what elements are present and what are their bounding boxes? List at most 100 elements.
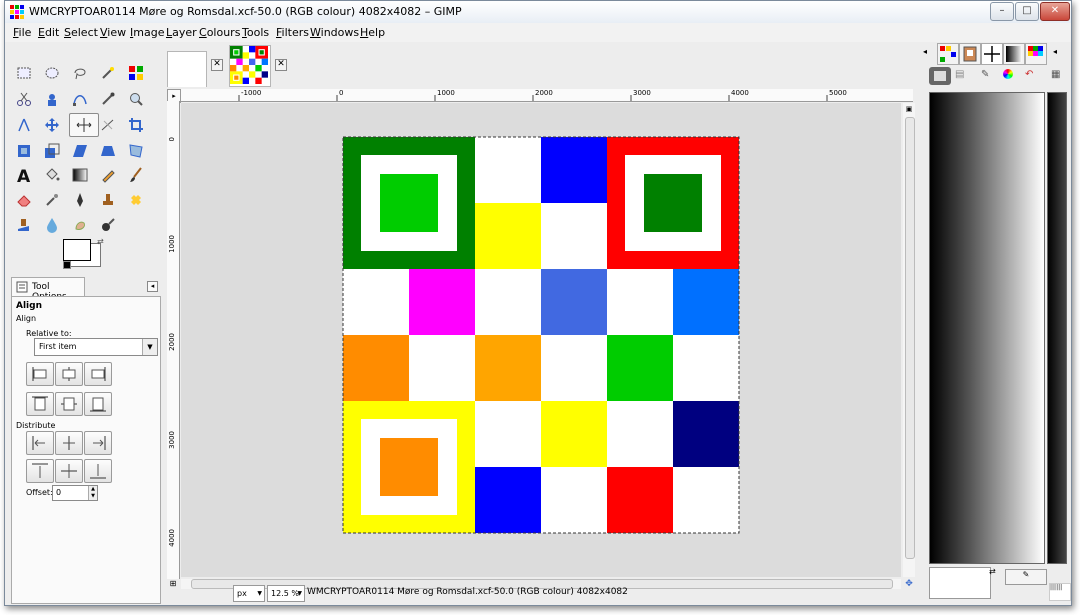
- panel-menu-icon[interactable]: ◂: [147, 281, 158, 292]
- scale-tool[interactable]: [41, 141, 63, 161]
- vertical-scrollbar[interactable]: ▣: [903, 103, 915, 577]
- rotate-tool[interactable]: [13, 141, 35, 161]
- vertical-ruler[interactable]: 0 1000 2000 3000 4000: [167, 101, 180, 579]
- rect-select-tool[interactable]: [13, 63, 35, 83]
- tab-images[interactable]: [959, 43, 981, 65]
- measure-tool[interactable]: [13, 115, 35, 135]
- cage-tool[interactable]: [125, 141, 147, 161]
- tab-palettes[interactable]: [1025, 43, 1047, 65]
- tab-layers[interactable]: [929, 67, 951, 85]
- free-select-tool[interactable]: [69, 63, 91, 83]
- dodge-burn-tool[interactable]: [97, 215, 119, 235]
- close-button[interactable]: ✕: [1040, 2, 1070, 21]
- minimize-button[interactable]: –: [990, 2, 1014, 21]
- menu-tools[interactable]: Tools: [242, 26, 269, 39]
- menu-colours[interactable]: Colours: [199, 26, 240, 39]
- menu-view[interactable]: View: [100, 26, 126, 39]
- align-middle-button[interactable]: [55, 392, 83, 416]
- spinner-arrows-icon[interactable]: ▲ ▼: [88, 486, 97, 500]
- color-picker-tool[interactable]: [97, 89, 119, 109]
- paintbrush-tool[interactable]: [125, 165, 147, 185]
- ellipse-select-tool[interactable]: [41, 63, 63, 83]
- edit-brush-button[interactable]: ✎: [1005, 569, 1047, 585]
- menu-help[interactable]: Help: [360, 26, 385, 39]
- foreground-color-swatch[interactable]: [63, 239, 91, 261]
- align-center-button[interactable]: [55, 362, 83, 386]
- distribute-right-button[interactable]: [84, 431, 112, 455]
- align-left-button[interactable]: [26, 362, 54, 386]
- fg-bg-color-selector[interactable]: ⇄: [63, 237, 104, 269]
- offset-spinner[interactable]: 0 ▲ ▼: [52, 485, 98, 501]
- dock-menu-icon[interactable]: ◂: [1053, 47, 1057, 56]
- zoom-to-fit-icon[interactable]: ▣: [905, 105, 913, 113]
- distribute-top-button[interactable]: [26, 459, 54, 483]
- swap-colors-icon[interactable]: ⇄: [97, 237, 104, 246]
- image-viewport[interactable]: [181, 103, 901, 577]
- image-tab-active[interactable]: [229, 45, 271, 87]
- gradient-preview[interactable]: [929, 92, 1045, 564]
- distribute-bottom-button[interactable]: [84, 459, 112, 483]
- menu-file[interactable]: File: [13, 26, 31, 39]
- distribute-center-button[interactable]: [55, 431, 83, 455]
- align-top-button[interactable]: [26, 392, 54, 416]
- distribute-left-button[interactable]: [26, 431, 54, 455]
- airbrush-tool[interactable]: [41, 190, 63, 210]
- clone-tool[interactable]: [97, 190, 119, 210]
- tab-gradients[interactable]: [1003, 43, 1025, 65]
- paths-tool[interactable]: [69, 89, 91, 109]
- perspective-clone-tool[interactable]: [13, 215, 35, 235]
- menu-select[interactable]: Select: [64, 26, 98, 39]
- brush-preview[interactable]: [929, 567, 991, 599]
- pencil-tool[interactable]: [97, 165, 119, 185]
- tab-patterns[interactable]: [937, 43, 959, 65]
- heal-tool[interactable]: [125, 190, 147, 210]
- align-tool[interactable]: [69, 113, 99, 137]
- align-right-button[interactable]: [84, 362, 112, 386]
- vertical-scroll-thumb[interactable]: [905, 117, 915, 559]
- paths-tab-icon[interactable]: ✎: [981, 69, 989, 80]
- smudge-tool[interactable]: [69, 215, 91, 235]
- colors-tab-icon[interactable]: [1003, 69, 1013, 79]
- templates-icon[interactable]: ▦: [1051, 69, 1060, 80]
- select-by-color-tool[interactable]: [125, 63, 147, 83]
- navigate-icon[interactable]: ⊞: [167, 579, 179, 589]
- move-tool[interactable]: [41, 115, 63, 135]
- blur-tool[interactable]: [41, 215, 63, 235]
- dock-arrow-icon[interactable]: ◂: [923, 47, 933, 57]
- scissors-select-tool[interactable]: [13, 89, 35, 109]
- brush-thumb[interactable]: ||||||: [1049, 583, 1071, 601]
- menu-filters[interactable]: Filters: [276, 26, 309, 39]
- eraser-tool[interactable]: [13, 190, 35, 210]
- menu-windows[interactable]: Windows: [310, 26, 359, 39]
- perspective-tool[interactable]: [97, 141, 119, 161]
- menu-edit[interactable]: Edit: [38, 26, 59, 39]
- text-tool[interactable]: A: [13, 165, 35, 185]
- distribute-middle-button[interactable]: [55, 459, 83, 483]
- menu-layer[interactable]: Layer: [166, 26, 197, 39]
- unit-dropdown[interactable]: px ▼: [233, 585, 265, 602]
- foreground-select-tool[interactable]: [41, 89, 63, 109]
- align-bottom-button[interactable]: [84, 392, 112, 416]
- tab-tool-options[interactable]: Tool Options: [11, 277, 85, 302]
- crop-tool[interactable]: [125, 115, 147, 135]
- maximize-button[interactable]: □: [1015, 2, 1039, 21]
- gradient-preview-secondary[interactable]: [1047, 92, 1067, 564]
- zoom-dropdown[interactable]: 12.5 % ▼: [267, 585, 305, 602]
- image-canvas[interactable]: [181, 103, 901, 577]
- undo-history-icon[interactable]: ↶: [1025, 69, 1033, 80]
- image-tab-empty[interactable]: [167, 51, 207, 89]
- default-colors-icon[interactable]: [63, 261, 71, 269]
- channels-icon[interactable]: ▤: [955, 69, 964, 80]
- brush-options-icon[interactable]: ⇄: [989, 567, 996, 576]
- blend-tool[interactable]: [69, 165, 91, 185]
- ink-tool[interactable]: [69, 190, 91, 210]
- horizontal-ruler[interactable]: -1000 0 1000 2000 3000 4000 5000: [181, 89, 913, 102]
- transform-tool[interactable]: [97, 115, 119, 135]
- fuzzy-select-tool[interactable]: [97, 63, 119, 83]
- close-tab-icon[interactable]: ✕: [211, 59, 223, 71]
- shear-tool[interactable]: [69, 141, 91, 161]
- bucket-fill-tool[interactable]: [41, 165, 63, 185]
- close-tab-icon[interactable]: ✕: [275, 59, 287, 71]
- relative-to-dropdown[interactable]: First item ▼: [34, 338, 158, 356]
- tab-brushes[interactable]: [981, 43, 1003, 65]
